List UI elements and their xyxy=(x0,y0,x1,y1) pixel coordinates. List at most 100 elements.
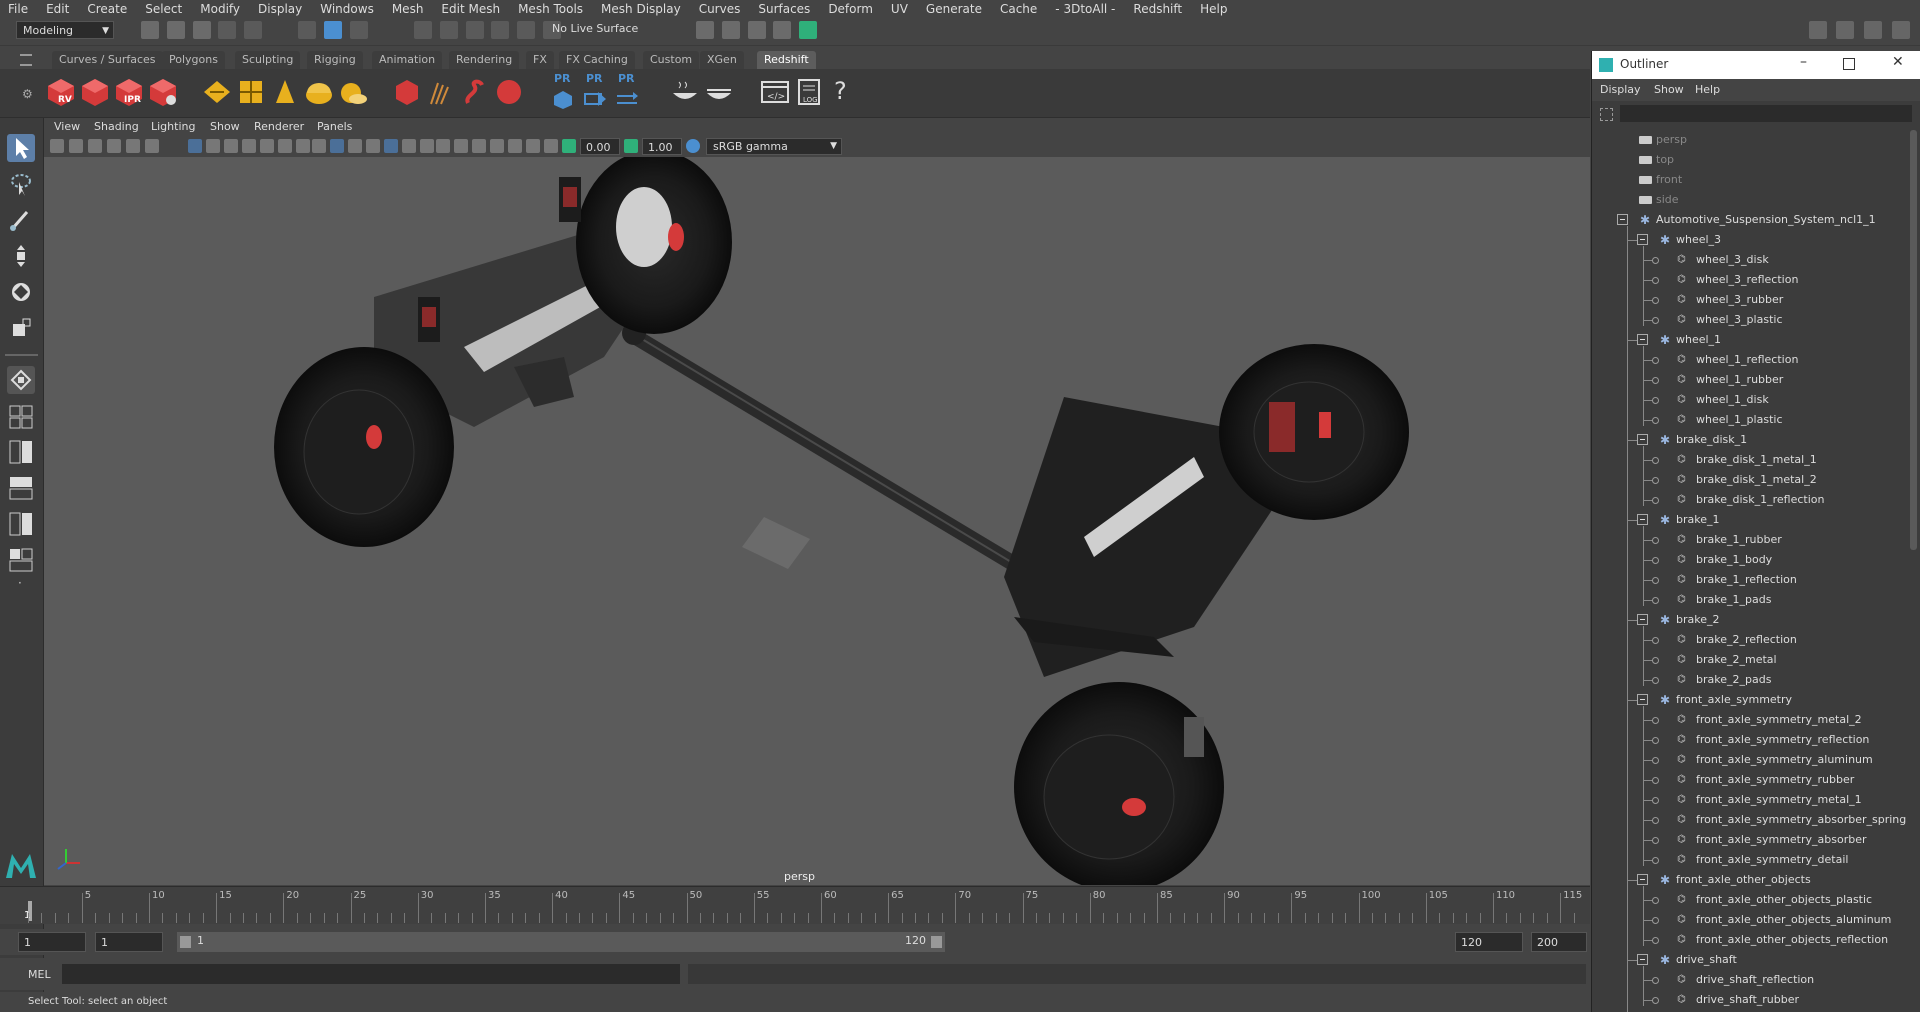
view-transform-dropdown[interactable]: sRGB gamma ▼ xyxy=(706,138,842,155)
playback-end-field[interactable]: 120 xyxy=(1455,932,1523,952)
outliner-row-drive-shaft[interactable]: ✱ drive_shaft xyxy=(1592,950,1912,970)
visibility-dot-icon[interactable] xyxy=(1652,557,1659,564)
menu-display-5[interactable]: Display xyxy=(249,2,311,16)
xray-icon[interactable] xyxy=(526,139,540,153)
channel-box-icon[interactable] xyxy=(1892,21,1910,39)
panel-menu-view[interactable]: View xyxy=(54,120,80,133)
menu-edit-mesh-8[interactable]: Edit Mesh xyxy=(432,2,509,16)
layout-hypershade-button[interactable] xyxy=(7,546,35,574)
gamma-field[interactable]: 1.00 xyxy=(642,138,682,155)
shelf-gear-icon[interactable]: ⚙ xyxy=(22,87,33,101)
visibility-dot-icon[interactable] xyxy=(1652,657,1659,664)
collapse-toggle-icon[interactable] xyxy=(1637,334,1648,345)
outliner-row-front-axle-other-objects-reflection[interactable]: ⌬ front_axle_other_objects_reflection xyxy=(1592,930,1912,950)
range-slider[interactable]: 1 120 xyxy=(177,932,945,952)
default-material-icon[interactable] xyxy=(348,139,362,153)
shelf-tab-curves-surfaces[interactable]: Curves / Surfaces xyxy=(52,51,163,69)
menu-redshift-18[interactable]: Redshift xyxy=(1124,2,1191,16)
outliner-row-front-axle-symmetry-metal-2[interactable]: ⌬ front_axle_symmetry_metal_2 xyxy=(1592,710,1912,730)
outliner-row-wheel-3[interactable]: ✱ wheel_3 xyxy=(1592,230,1912,250)
image-plane-icon[interactable] xyxy=(107,139,121,153)
shelf-tab-animation[interactable]: Animation xyxy=(372,51,443,69)
xray-joints-icon[interactable] xyxy=(366,139,380,153)
snap-point-icon[interactable] xyxy=(465,21,484,39)
outliner-row-front-axle-symmetry-absorber-spring[interactable]: ⌬ front_axle_symmetry_absorber_spring xyxy=(1592,810,1912,830)
layout-persp-outliner-button[interactable] xyxy=(7,474,35,502)
outliner-search-input[interactable] xyxy=(1620,105,1912,122)
rs-ipr-button[interactable]: IPR xyxy=(114,77,144,107)
visibility-dot-icon[interactable] xyxy=(1652,457,1659,464)
attribute-editor-icon[interactable] xyxy=(1836,21,1855,39)
gamma-toggle-icon[interactable] xyxy=(624,139,638,153)
menu-windows-6[interactable]: Windows xyxy=(311,2,383,16)
menu-cache-16[interactable]: Cache xyxy=(991,2,1046,16)
outliner-row-wheel-3-disk[interactable]: ⌬ wheel_3_disk xyxy=(1592,250,1912,270)
grid-icon[interactable] xyxy=(188,139,202,153)
rs-plane-button[interactable] xyxy=(236,77,266,107)
new-scene-icon[interactable] xyxy=(141,21,159,39)
visibility-dot-icon[interactable] xyxy=(1652,777,1659,784)
visibility-dot-icon[interactable] xyxy=(1652,397,1659,404)
outliner-row-front-axle-other-objects-plastic[interactable]: ⌬ front_axle_other_objects_plastic xyxy=(1592,890,1912,910)
select-object-icon[interactable] xyxy=(323,21,342,39)
shelf-tab-xgen[interactable]: XGen xyxy=(700,51,744,69)
rs-render-view-button[interactable]: RV xyxy=(46,77,76,107)
outliner-scrollbar[interactable] xyxy=(1910,130,1917,550)
field-chart-icon[interactable] xyxy=(260,139,274,153)
multisample-aa-icon[interactable] xyxy=(472,139,486,153)
minimize-icon[interactable]: – xyxy=(1800,54,1807,70)
save-scene-icon[interactable] xyxy=(192,21,211,39)
isolate-select-icon[interactable] xyxy=(508,139,522,153)
rs-render-button[interactable] xyxy=(80,77,110,107)
layout-persp-graph-button[interactable] xyxy=(7,510,35,538)
outliner-menu-help[interactable]: Help xyxy=(1695,83,1720,96)
visibility-dot-icon[interactable] xyxy=(1652,817,1659,824)
rs-material-button[interactable] xyxy=(392,77,422,107)
visibility-dot-icon[interactable] xyxy=(1652,757,1659,764)
outliner-row-front-axle-symmetry[interactable]: ✱ front_axle_symmetry xyxy=(1592,690,1912,710)
visibility-dot-icon[interactable] xyxy=(1652,977,1659,984)
outliner-row-wheel-1[interactable]: ✱ wheel_1 xyxy=(1592,330,1912,350)
outliner-row-brake-2-metal[interactable]: ⌬ brake_2_metal xyxy=(1592,650,1912,670)
safe-title-icon[interactable] xyxy=(296,139,310,153)
visibility-dot-icon[interactable] xyxy=(1652,277,1659,284)
rs-volume-button[interactable] xyxy=(460,77,490,107)
snap-view-icon[interactable] xyxy=(491,21,510,39)
use-all-lights-icon[interactable] xyxy=(402,139,416,153)
outliner-menu-display[interactable]: Display xyxy=(1600,83,1641,96)
menu-file-0[interactable]: File xyxy=(0,2,37,16)
render-view-icon[interactable] xyxy=(696,21,714,39)
move-tool[interactable] xyxy=(7,242,35,270)
smooth-shade-icon[interactable] xyxy=(330,139,344,153)
visibility-dot-icon[interactable] xyxy=(1652,837,1659,844)
snap-grid-icon[interactable] xyxy=(414,21,432,39)
outliner-row-wheel-1-reflection[interactable]: ⌬ wheel_1_reflection xyxy=(1592,350,1912,370)
visibility-dot-icon[interactable] xyxy=(1652,497,1659,504)
render-frame-icon[interactable] xyxy=(721,21,740,39)
outliner-row-wheel-3-rubber[interactable]: ⌬ wheel_3_rubber xyxy=(1592,290,1912,310)
rs-sun-button[interactable] xyxy=(338,77,368,107)
shelf-tab-rendering[interactable]: Rendering xyxy=(449,51,520,69)
outliner-row-brake-1-reflection[interactable]: ⌬ brake_1_reflection xyxy=(1592,570,1912,590)
outliner-row-wheel-3-reflection[interactable]: ⌬ wheel_3_reflection xyxy=(1592,270,1912,290)
snap-curve-icon[interactable] xyxy=(439,21,458,39)
rs-proxy-export-button[interactable]: PR xyxy=(550,72,576,109)
menu-uv-14[interactable]: UV xyxy=(882,2,917,16)
visibility-dot-icon[interactable] xyxy=(1652,797,1659,804)
select-camera-icon[interactable] xyxy=(50,139,64,153)
menu-set-dropdown[interactable]: Modeling ▼ xyxy=(16,21,114,39)
outliner-row-front-axle-symmetry-aluminum[interactable]: ⌬ front_axle_symmetry_aluminum xyxy=(1592,750,1912,770)
camera-attributes-icon[interactable] xyxy=(69,139,83,153)
range-start-handle[interactable] xyxy=(180,936,191,948)
shelf-tab-custom[interactable]: Custom xyxy=(643,51,700,69)
two-d-pan-icon[interactable] xyxy=(126,139,140,153)
outliner-row-brake-2-pads[interactable]: ⌬ brake_2_pads xyxy=(1592,670,1912,690)
menu-mesh-tools-9[interactable]: Mesh Tools xyxy=(509,2,592,16)
visibility-dot-icon[interactable] xyxy=(1652,937,1659,944)
menu-curves-11[interactable]: Curves xyxy=(690,2,750,16)
redo-icon[interactable] xyxy=(244,21,263,39)
bookmark-icon[interactable] xyxy=(88,139,102,153)
outliner-row-front[interactable]: front xyxy=(1592,170,1912,190)
visibility-dot-icon[interactable] xyxy=(1652,677,1659,684)
panel-menu-panels[interactable]: Panels xyxy=(317,120,352,133)
